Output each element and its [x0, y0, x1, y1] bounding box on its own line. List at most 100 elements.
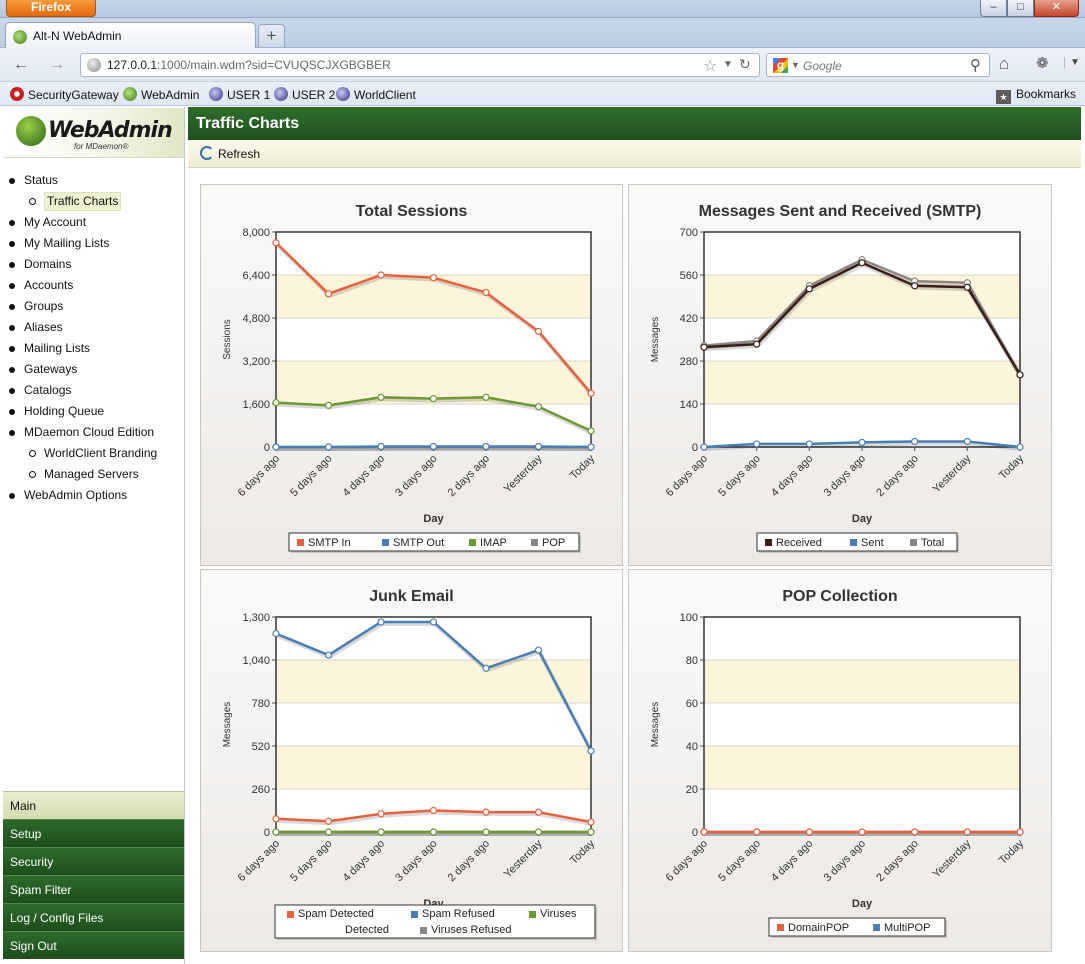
data-point[interactable] [963, 828, 971, 836]
data-point[interactable] [429, 618, 438, 626]
close-window-button[interactable]: ✕ [1034, 0, 1079, 17]
data-point[interactable] [805, 440, 813, 448]
url-text[interactable]: 127.0.0.1:1000/main.wdm?sid=CVUQSCJXGBGB… [107, 58, 391, 72]
data-point[interactable] [963, 437, 971, 446]
data-point[interactable] [272, 629, 280, 638]
section-tab-main[interactable]: Main [3, 791, 184, 819]
toolbar-menu-dropdown-icon[interactable]: ▼ [1064, 57, 1080, 68]
sidebar-item-worldclient-branding[interactable]: WorldClient Branding [3, 443, 183, 464]
google-engine-icon[interactable]: g [773, 58, 788, 73]
sidebar-item-my-account[interactable]: My Account [3, 212, 183, 233]
data-point[interactable] [377, 393, 385, 401]
url-bar[interactable]: 127.0.0.1:1000/main.wdm?sid=CVUQSCJXGBGB… [80, 53, 760, 77]
addon-icon[interactable]: ❁ [1036, 54, 1049, 72]
data-point[interactable] [324, 817, 333, 825]
new-tab-button[interactable]: + [258, 24, 285, 47]
data-point[interactable] [377, 828, 385, 836]
data-point[interactable] [482, 808, 490, 816]
sidebar-item-gateways[interactable]: Gateways [3, 359, 183, 380]
data-point[interactable] [911, 828, 919, 836]
minimize-button[interactable]: – [980, 0, 1007, 17]
sidebar-item-webadmin-options[interactable]: WebAdmin Options [3, 485, 183, 506]
data-point[interactable] [324, 828, 333, 836]
data-point[interactable] [805, 285, 813, 293]
bookmark-user1[interactable]: USER 1 [209, 87, 270, 102]
data-point[interactable] [753, 828, 761, 836]
data-point[interactable] [429, 395, 438, 403]
forward-arrow-icon[interactable]: → [47, 56, 67, 74]
browser-tab[interactable]: Alt-N WebAdmin [5, 22, 256, 49]
bookmark-user2[interactable]: USER 2 [274, 87, 335, 102]
sidebar-item-my-mailing-lists[interactable]: My Mailing Lists [3, 233, 183, 254]
data-point[interactable] [324, 651, 333, 659]
section-tab-spam-filter[interactable]: Spam Filter [3, 875, 184, 903]
sidebar-item-mailing-lists[interactable]: Mailing Lists [3, 338, 183, 359]
data-point[interactable] [377, 810, 385, 818]
firefox-menu-button[interactable]: Firefox [6, 0, 96, 17]
data-point[interactable] [753, 340, 761, 348]
search-icon[interactable]: ⚲ [970, 56, 981, 74]
data-point[interactable] [324, 290, 333, 298]
data-point[interactable] [587, 427, 595, 435]
webadmin-logo[interactable]: WebAdmin for MDaemon® [4, 108, 184, 158]
data-point[interactable] [272, 239, 280, 247]
data-point[interactable] [587, 389, 595, 397]
data-point[interactable] [753, 440, 761, 448]
bookmark-worldclient[interactable]: WorldClient [336, 87, 416, 102]
data-point[interactable] [272, 815, 280, 823]
maximize-button[interactable]: □ [1007, 0, 1034, 17]
data-point[interactable] [1016, 443, 1024, 451]
data-point[interactable] [272, 443, 280, 451]
sidebar-item-accounts[interactable]: Accounts [3, 275, 183, 296]
data-point[interactable] [482, 288, 490, 297]
data-point[interactable] [805, 828, 813, 836]
data-point[interactable] [482, 442, 490, 451]
sidebar-item-mdaemon-cloud-edition[interactable]: MDaemon Cloud Edition [3, 422, 183, 443]
data-point[interactable] [377, 618, 385, 626]
data-point[interactable] [858, 259, 866, 267]
search-bar[interactable]: g ▼ Google ⚲ [766, 53, 990, 77]
data-point[interactable] [587, 443, 595, 451]
data-point[interactable] [272, 399, 280, 407]
data-point[interactable] [700, 828, 708, 836]
data-point[interactable] [587, 818, 595, 826]
bookmark-webadmin[interactable]: WebAdmin [123, 87, 199, 102]
data-point[interactable] [587, 828, 595, 836]
data-point[interactable] [858, 828, 866, 836]
data-point[interactable] [482, 828, 490, 836]
data-point[interactable] [377, 442, 385, 451]
reload-icon[interactable]: ↻ [739, 56, 751, 73]
data-point[interactable] [429, 442, 438, 451]
data-point[interactable] [700, 443, 708, 451]
data-point[interactable] [858, 438, 866, 446]
bookmarks-menu-button[interactable]: ★ Bookmarks [996, 87, 1076, 104]
sidebar-item-managed-servers[interactable]: Managed Servers [3, 464, 183, 485]
sidebar-item-catalogs[interactable]: Catalogs [3, 380, 183, 401]
data-point[interactable] [587, 747, 595, 755]
data-point[interactable] [963, 283, 971, 291]
data-point[interactable] [534, 828, 543, 836]
url-history-dropdown-icon[interactable]: ▼ [723, 59, 733, 70]
bookmark-securitygateway[interactable]: SecurityGateway [10, 87, 119, 102]
sidebar-item-traffic-charts[interactable]: Traffic Charts [3, 191, 183, 212]
sidebar-item-aliases[interactable]: Aliases [3, 317, 183, 338]
data-point[interactable] [482, 664, 490, 672]
data-point[interactable] [429, 806, 438, 815]
data-point[interactable] [429, 828, 438, 836]
home-icon[interactable]: ⌂ [999, 54, 1009, 74]
data-point[interactable] [911, 282, 919, 290]
section-tab-setup[interactable]: Setup [3, 819, 184, 847]
data-point[interactable] [534, 442, 543, 451]
data-point[interactable] [534, 646, 543, 654]
data-point[interactable] [324, 401, 333, 409]
data-point[interactable] [482, 393, 490, 401]
sidebar-item-holding-queue[interactable]: Holding Queue [3, 401, 183, 422]
data-point[interactable] [700, 343, 708, 351]
data-point[interactable] [324, 443, 333, 451]
data-point[interactable] [534, 808, 543, 816]
sidebar-item-status[interactable]: Status [3, 170, 183, 191]
search-engine-dropdown-icon[interactable]: ▼ [791, 60, 800, 70]
data-point[interactable] [429, 274, 438, 282]
data-point[interactable] [272, 828, 280, 836]
data-point[interactable] [377, 271, 385, 279]
